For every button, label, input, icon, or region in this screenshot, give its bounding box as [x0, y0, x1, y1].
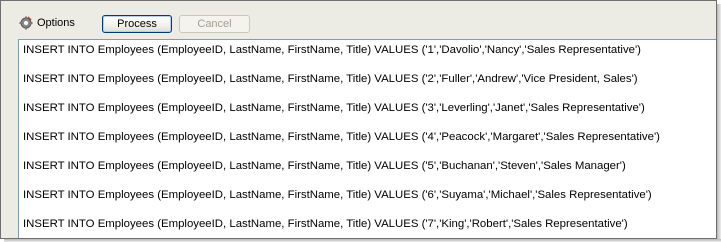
sql-line-1: INSERT INTO Employees (EmployeeID, LastN… [23, 44, 641, 56]
sql-line-3: INSERT INTO Employees (EmployeeID, LastN… [23, 102, 645, 114]
sql-line-6: INSERT INTO Employees (EmployeeID, LastN… [23, 189, 652, 201]
toolbar: Options Process Cancel [1, 1, 716, 36]
main-window: Options Process Cancel INSERT INTO Emplo… [0, 0, 717, 239]
sql-line-4: INSERT INTO Employees (EmployeeID, LastN… [23, 131, 660, 143]
gear-icon [19, 16, 33, 30]
options-label: Options [37, 17, 75, 29]
process-button[interactable]: Process [102, 15, 172, 33]
window-shadow-right [717, 4, 721, 242]
sql-line-2: INSERT INTO Employees (EmployeeID, LastN… [23, 73, 638, 85]
cancel-button[interactable]: Cancel [179, 15, 250, 33]
sql-line-7: INSERT INTO Employees (EmployeeID, LastN… [23, 218, 628, 230]
sql-output-textarea[interactable]: INSERT INTO Employees (EmployeeID, LastN… [18, 39, 716, 238]
sql-line-5: INSERT INTO Employees (EmployeeID, LastN… [23, 160, 626, 172]
options-menu[interactable]: Options [19, 15, 75, 31]
